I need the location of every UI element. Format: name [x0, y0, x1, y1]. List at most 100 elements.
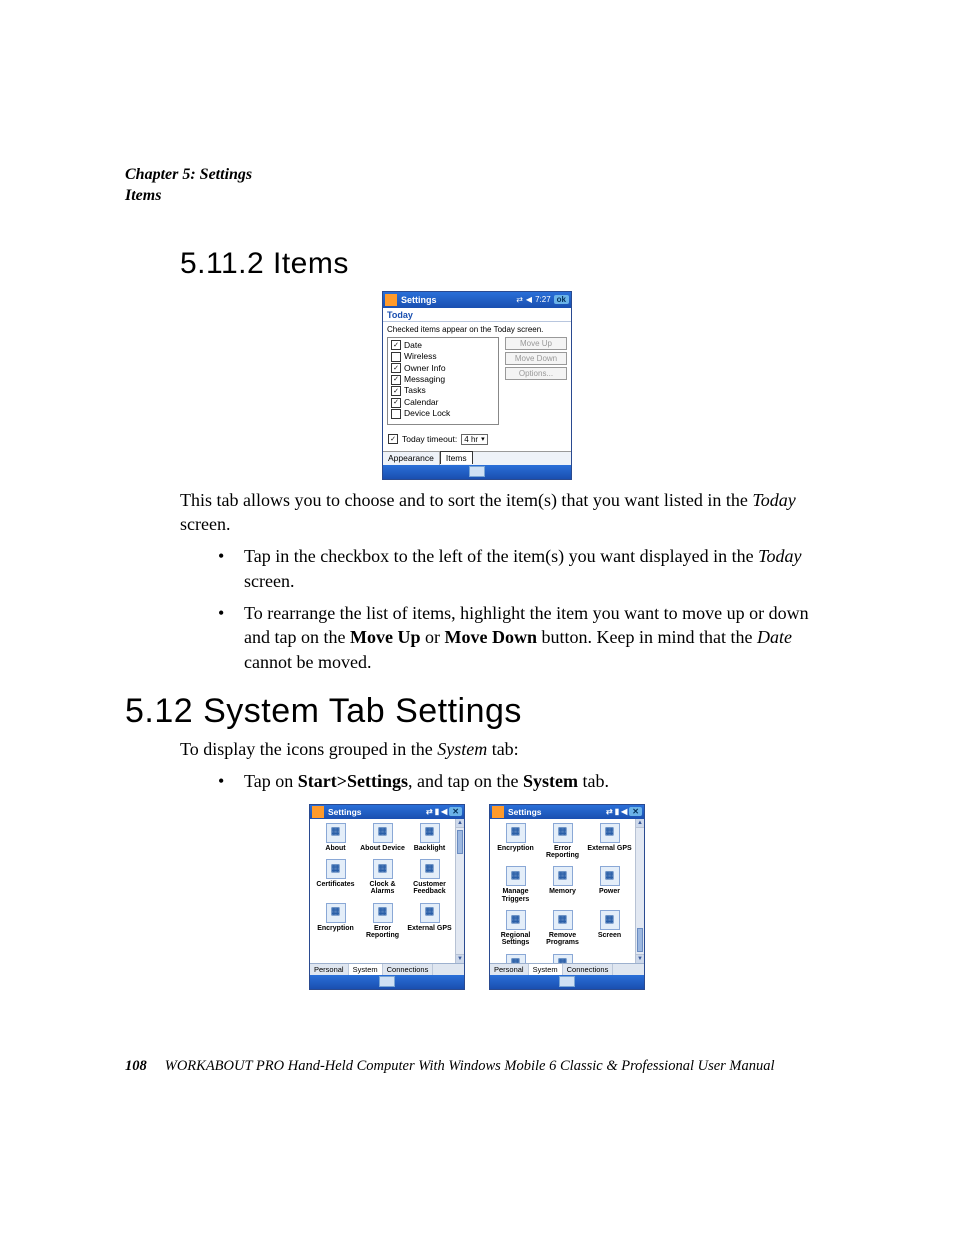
screenshot-today-items: Settings ⇄ ◀ 7:27 ok Today Checked items…	[382, 291, 572, 480]
app-icon-item[interactable]: ▦ Backlight	[406, 823, 453, 852]
move-down-button[interactable]: Move Down	[505, 352, 567, 365]
tab-personal[interactable]: Personal	[310, 964, 349, 975]
app-label: Backlight	[414, 845, 446, 852]
page-number: 108	[125, 1058, 147, 1074]
check-item: ✓Messaging	[391, 374, 495, 385]
scroll-thumb[interactable]	[457, 830, 463, 854]
start-icon[interactable]	[385, 294, 397, 306]
app-icon-item[interactable]: ▦Error Reporting	[359, 903, 406, 940]
volume-icon: ◀	[441, 807, 447, 816]
start-icon[interactable]	[312, 806, 324, 818]
app-icon: ▦	[506, 866, 526, 886]
window-title: Settings	[328, 807, 362, 817]
app-icon-item[interactable]: ▦Total Recall	[539, 954, 586, 963]
app-icon-item[interactable]: ▦External GPS	[586, 823, 633, 860]
scrollbar[interactable]: ▲ ▼	[635, 819, 644, 963]
keyboard-icon[interactable]	[379, 976, 395, 987]
close-button[interactable]: ✕	[449, 807, 462, 816]
window-title: Settings	[401, 295, 437, 305]
move-up-button[interactable]: Move Up	[505, 337, 567, 350]
checkbox-icon[interactable]: ✓	[391, 375, 401, 385]
screenshot-system-b: Settings ⇄ ▮ ◀ ✕ ▲ ▼ ▦Encryption▦Error R…	[489, 804, 645, 990]
app-label: Error Reporting	[539, 845, 586, 860]
app-icon-item[interactable]: ▦Error Reporting	[539, 823, 586, 860]
app-label: Regional Settings	[492, 932, 539, 947]
start-icon[interactable]	[492, 806, 504, 818]
items-checklist[interactable]: ✓Date Wireless ✓Owner Info ✓Messaging ✓T…	[387, 337, 499, 425]
subheader-today: Today	[383, 308, 571, 322]
app-icon-item[interactable]: ▦About	[312, 823, 359, 852]
titlebar: Settings ⇄ ▮ ◀ ✕	[310, 805, 464, 819]
window-title: Settings	[508, 807, 542, 817]
app-icon-item[interactable]: ▦About Device	[359, 823, 406, 852]
app-icon-item[interactable]: ▦Screen	[586, 910, 633, 947]
signal-icon: ⇄	[426, 807, 433, 816]
app-icon-item[interactable]: ▦Clock & Alarms	[359, 859, 406, 896]
bullet-item: Tap in the checkbox to the left of the i…	[210, 544, 829, 593]
checkbox-icon[interactable]: ✓	[391, 386, 401, 396]
app-label: Customer Feedback	[406, 881, 453, 896]
scrollbar[interactable]: ▲ ▼	[455, 819, 464, 963]
bullet-item: Tap on Start>Settings, and tap on the Sy…	[210, 769, 829, 793]
tab-appearance[interactable]: Appearance	[383, 452, 440, 465]
screenshot-system-a: Settings ⇄ ▮ ◀ ✕ ▲ ▼ ▦About▦About Device…	[309, 804, 465, 990]
options-button[interactable]: Options...	[505, 367, 567, 380]
app-icon: ▦	[600, 910, 620, 930]
chapter-line-1: Chapter 5: Settings	[125, 165, 829, 186]
app-icon: ▦	[373, 903, 393, 923]
antenna-icon: ▮	[615, 807, 619, 816]
app-icon: ▦	[373, 859, 393, 879]
app-icon-item[interactable]: ▦ Manage Triggers	[492, 866, 539, 903]
app-icon: ▦	[420, 903, 440, 923]
scroll-thumb[interactable]	[637, 928, 643, 952]
timeout-dropdown[interactable]: 4 hr	[461, 434, 487, 445]
tab-system[interactable]: System	[529, 964, 563, 975]
app-icon-item[interactable]: ▦Remove Programs	[539, 910, 586, 947]
close-button[interactable]: ✕	[629, 807, 642, 816]
check-item: ✓Date	[391, 340, 495, 351]
footer-text: WORKABOUT PRO Hand-Held Computer With Wi…	[165, 1058, 775, 1074]
scroll-down-icon[interactable]: ▼	[636, 954, 644, 963]
scroll-up-icon[interactable]: ▲	[636, 819, 644, 828]
scroll-up-icon[interactable]: ▲	[456, 819, 464, 828]
checkbox-icon[interactable]	[391, 352, 401, 362]
app-icon-item[interactable]: ▦Encryption	[312, 903, 359, 940]
ok-button[interactable]: ok	[554, 295, 569, 304]
titlebar: Settings ⇄ ◀ 7:27 ok	[383, 292, 571, 308]
app-icon-item[interactable]: ▦Customer Feedback	[406, 859, 453, 896]
app-icon-item[interactable]: ▦External GPS	[406, 903, 453, 940]
checkbox-icon[interactable]	[391, 409, 401, 419]
app-label: Memory	[549, 888, 576, 895]
paragraph-today: This tab allows you to choose and to sor…	[180, 488, 829, 537]
app-icon: ▦	[326, 823, 346, 843]
app-icon-item[interactable]: ▦Regional Settings	[492, 910, 539, 947]
tab-system[interactable]: System	[349, 964, 383, 975]
app-icon: ▦	[553, 954, 573, 963]
app-icon-item[interactable]: ▦Teklogix Scanners	[492, 954, 539, 963]
tab-connections[interactable]: Connections	[383, 964, 434, 975]
checkbox-icon[interactable]: ✓	[391, 398, 401, 408]
tab-connections[interactable]: Connections	[563, 964, 614, 975]
page-footer: 108 WORKABOUT PRO Hand-Held Computer With…	[125, 1058, 829, 1075]
app-icon-item[interactable]: ▦Encryption	[492, 823, 539, 860]
checkbox-icon[interactable]: ✓	[391, 363, 401, 373]
check-item: ✓Tasks	[391, 385, 495, 396]
signal-icon: ⇄	[606, 807, 613, 816]
app-icon-item[interactable]: ▦Memory	[539, 866, 586, 903]
scroll-down-icon[interactable]: ▼	[456, 954, 464, 963]
app-label: Manage Triggers	[492, 888, 539, 903]
check-item: Wireless	[391, 351, 495, 362]
tab-items[interactable]: Items	[440, 451, 473, 464]
tab-personal[interactable]: Personal	[490, 964, 529, 975]
app-icon: ▦	[420, 823, 440, 843]
app-icon: ▦	[506, 954, 526, 963]
check-item: ✓Calendar	[391, 397, 495, 408]
timeout-checkbox[interactable]: ✓	[388, 434, 398, 444]
app-icon-item[interactable]: ▦Power	[586, 866, 633, 903]
keyboard-icon[interactable]	[559, 976, 575, 987]
checkbox-icon[interactable]: ✓	[391, 340, 401, 350]
keyboard-icon[interactable]	[469, 466, 485, 477]
volume-icon: ◀	[621, 807, 627, 816]
app-icon-item[interactable]	[586, 954, 633, 963]
app-icon-item[interactable]: ▦Certificates	[312, 859, 359, 896]
